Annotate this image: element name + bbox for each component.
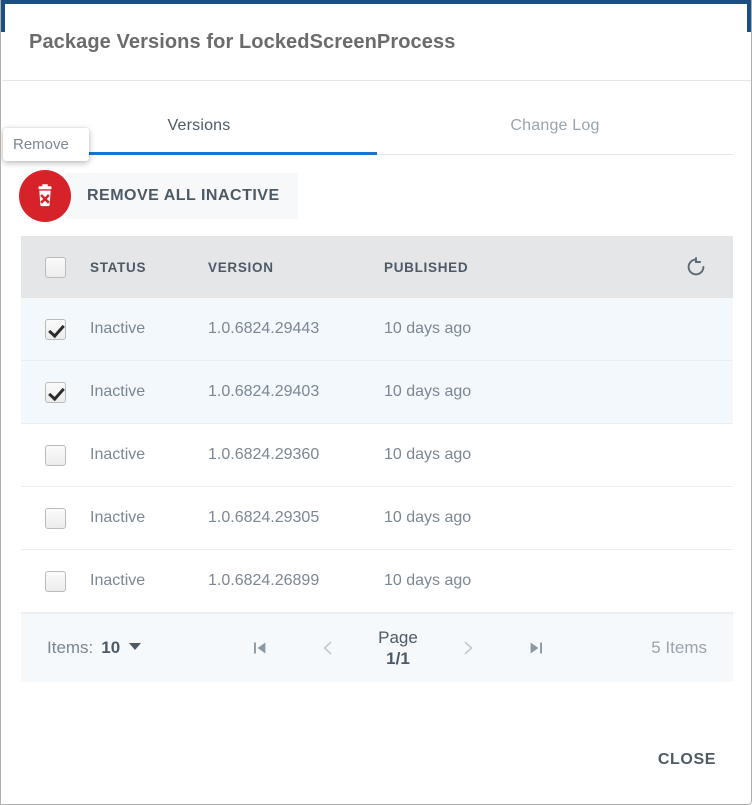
chevron-right-icon[interactable] [451, 631, 485, 665]
first-page-icon[interactable] [243, 631, 277, 665]
refresh-icon[interactable] [683, 254, 709, 280]
chevron-down-icon [129, 643, 141, 650]
dialog-window: Package Versions for LockedScreenProcess… [0, 0, 752, 805]
cell-published: 10 days ago [384, 320, 644, 338]
row-select-cell [21, 319, 90, 340]
cell-version: 1.0.6824.26899 [208, 572, 384, 590]
cell-published: 10 days ago [384, 572, 644, 590]
last-page-icon[interactable] [519, 631, 553, 665]
table-body: Inactive1.0.6824.2944310 days agoInactiv… [21, 298, 733, 613]
row-checkbox[interactable] [45, 382, 66, 403]
pager-controls: Page 1/1 [243, 627, 553, 670]
table-header-actions [644, 254, 733, 280]
page-indicator: Page 1/1 [378, 627, 418, 670]
cell-status: Inactive [90, 572, 208, 590]
table-row[interactable]: Inactive1.0.6824.2689910 days ago [21, 550, 733, 613]
row-checkbox[interactable] [45, 571, 66, 592]
cell-published: 10 days ago [384, 446, 644, 464]
close-button[interactable]: CLOSE [652, 741, 722, 779]
remove-tooltip: Remove [3, 128, 89, 161]
page-title: Package Versions for LockedScreenProcess [29, 31, 455, 54]
tab-versions-label: Versions [168, 117, 231, 135]
column-header-published[interactable]: PUBLISHED [384, 260, 644, 275]
row-checkbox[interactable] [45, 508, 66, 529]
cell-version: 1.0.6824.29305 [208, 509, 384, 527]
remove-all-inactive-label: REMOVE ALL INACTIVE [87, 187, 280, 205]
row-select-cell [21, 571, 90, 592]
trash-x-icon[interactable] [19, 170, 71, 222]
remove-all-inactive-group: REMOVE ALL INACTIVE [19, 168, 298, 224]
cell-version: 1.0.6824.29360 [208, 446, 384, 464]
cell-status: Inactive [90, 383, 208, 401]
page-word: Page [378, 627, 418, 648]
select-all-cell [21, 257, 90, 278]
remove-tooltip-label: Remove [13, 136, 69, 153]
items-per-page-value: 10 [101, 638, 120, 658]
column-header-version[interactable]: VERSION [208, 260, 384, 275]
cell-version: 1.0.6824.29403 [208, 383, 384, 401]
tab-bar: Versions Change Log [21, 98, 733, 156]
cell-status: Inactive [90, 509, 208, 527]
page-number: 1/1 [378, 648, 418, 669]
row-select-cell [21, 382, 90, 403]
dialog-footer: CLOSE [2, 720, 752, 800]
remove-all-inactive-button[interactable]: REMOVE ALL INACTIVE [65, 173, 298, 219]
column-header-status[interactable]: STATUS [90, 260, 208, 275]
table-row[interactable]: Inactive1.0.6824.2936010 days ago [21, 424, 733, 487]
table-row[interactable]: Inactive1.0.6824.2930510 days ago [21, 487, 733, 550]
row-select-cell [21, 508, 90, 529]
tab-change-log-label: Change Log [510, 117, 599, 135]
tab-change-log[interactable]: Change Log [377, 98, 733, 154]
cell-published: 10 days ago [384, 383, 644, 401]
versions-table: STATUS VERSION PUBLISHED Inactive1.0.682… [21, 236, 733, 682]
dialog-header: Package Versions for LockedScreenProcess [2, 5, 752, 81]
cell-status: Inactive [90, 320, 208, 338]
table-header-row: STATUS VERSION PUBLISHED [21, 236, 733, 298]
table-row[interactable]: Inactive1.0.6824.2940310 days ago [21, 361, 733, 424]
table-row[interactable]: Inactive1.0.6824.2944310 days ago [21, 298, 733, 361]
row-checkbox[interactable] [45, 319, 66, 340]
table-pagination: Items: 10 Page 1/1 [21, 613, 733, 682]
items-per-page-select[interactable]: Items: 10 [47, 638, 141, 658]
total-items-count: 5 Items [651, 638, 707, 658]
window-accent-top-border [1, 0, 752, 4]
row-checkbox[interactable] [45, 445, 66, 466]
select-all-checkbox[interactable] [45, 257, 66, 278]
row-select-cell [21, 445, 90, 466]
cell-status: Inactive [90, 446, 208, 464]
chevron-left-icon[interactable] [311, 631, 345, 665]
items-per-page-label: Items: [47, 638, 93, 658]
cell-published: 10 days ago [384, 509, 644, 527]
cell-version: 1.0.6824.29443 [208, 320, 384, 338]
